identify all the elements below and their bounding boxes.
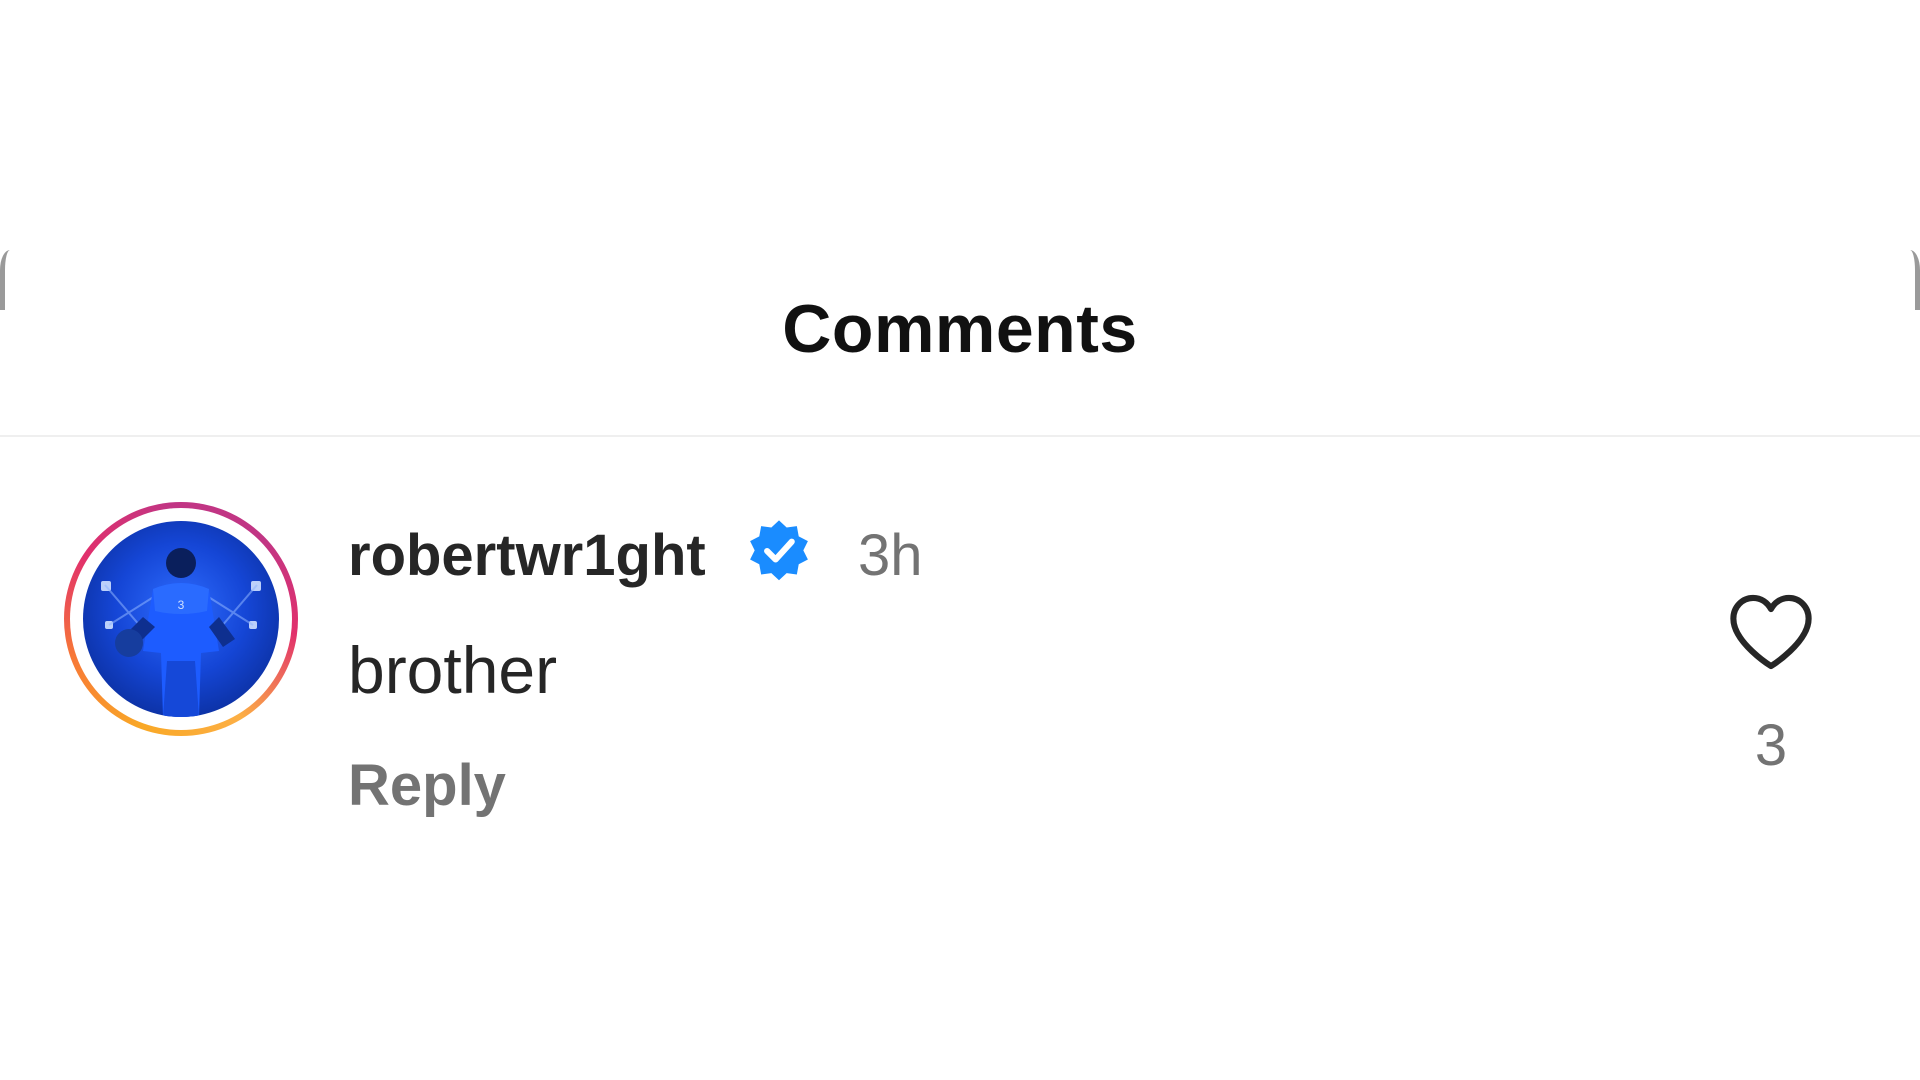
header-divider: [0, 435, 1920, 437]
comment-text: brother: [348, 633, 558, 707]
comment-username[interactable]: robertwr1ght: [348, 522, 706, 589]
verified-badge-icon: [750, 520, 808, 581]
svg-text:3: 3: [178, 598, 185, 612]
reply-button[interactable]: Reply: [348, 752, 506, 819]
comments-sheet: Comments 3 robertwr1ght 3h brother Reply…: [0, 0, 1920, 1080]
heart-outline-icon[interactable]: [1728, 592, 1814, 672]
avatar[interactable]: 3: [83, 521, 279, 717]
comment-timestamp: 3h: [858, 523, 923, 588]
avatar-story-ring[interactable]: 3: [64, 502, 298, 736]
page-title: Comments: [782, 291, 1138, 367]
like-count: 3: [1754, 713, 1788, 778]
avatar-photo: 3: [101, 548, 261, 717]
